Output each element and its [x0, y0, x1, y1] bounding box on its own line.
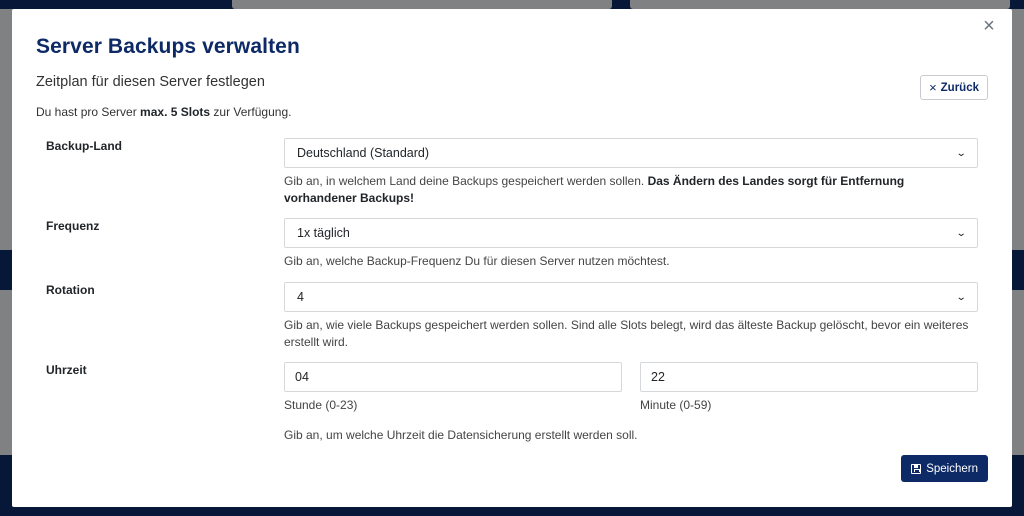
frequency-value: 1x täglich [297, 226, 350, 240]
hour-help: Stunde (0-23) [284, 398, 358, 412]
rotation-select[interactable]: 4 ⌄ [284, 282, 978, 312]
back-button[interactable]: × Zurück [920, 75, 988, 100]
backup-country-help: Gib an, in welchem Land deine Backups ge… [284, 174, 905, 205]
minute-input[interactable] [640, 362, 978, 392]
chevron-down-icon: ⌄ [955, 291, 967, 303]
modal-title: Server Backups verwalten [36, 35, 300, 58]
save-button-label: Speichern [926, 462, 978, 475]
time-label: Uhrzeit [46, 363, 87, 377]
slots-note: Du hast pro Server max. 5 Slots zur Verf… [36, 105, 292, 119]
time-help: Gib an, um welche Uhrzeit die Datensiche… [284, 428, 638, 442]
chevron-down-icon: ⌄ [955, 147, 967, 159]
close-icon[interactable]: × [978, 15, 1000, 37]
rotation-value: 4 [297, 290, 304, 304]
hour-input[interactable] [284, 362, 622, 392]
rotation-label: Rotation [46, 283, 95, 297]
backup-country-select[interactable]: Deutschland (Standard) ⌄ [284, 138, 978, 168]
backup-country-label: Backup-Land [46, 139, 123, 153]
modal-subtitle: Zeitplan für diesen Server festlegen [36, 74, 265, 90]
backup-country-value: Deutschland (Standard) [297, 146, 430, 160]
backup-modal: × Server Backups verwalten Zeitplan für … [12, 9, 1012, 507]
save-button[interactable]: Speichern [901, 455, 988, 482]
rotation-help: Gib an, wie viele Backups gespeichert we… [284, 318, 969, 349]
back-button-label: Zurück [940, 81, 979, 94]
frequency-select[interactable]: 1x täglich ⌄ [284, 218, 978, 248]
minute-help: Minute (0-59) [640, 398, 712, 412]
chevron-down-icon: ⌄ [955, 227, 967, 239]
frequency-help: Gib an, welche Backup-Frequenz Du für di… [284, 254, 670, 268]
save-disk-icon [911, 463, 922, 474]
frequency-label: Frequenz [46, 219, 100, 233]
close-icon: × [929, 80, 937, 95]
